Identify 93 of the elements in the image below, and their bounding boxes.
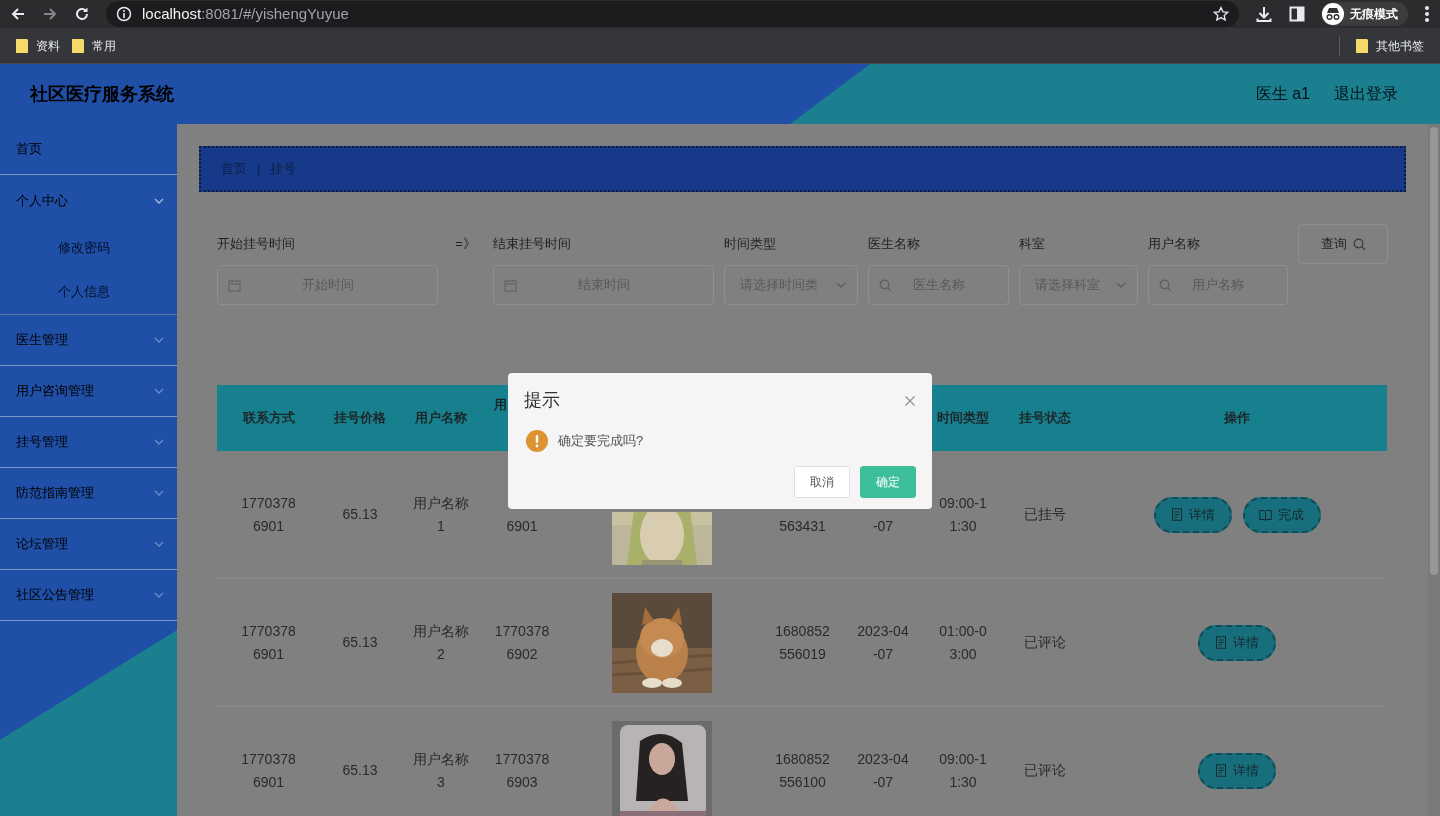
column-header: 挂号价格 — [334, 409, 386, 428]
column-header: 用户名称 — [415, 409, 467, 428]
back-icon[interactable] — [10, 6, 26, 22]
filter-label: 结束挂号时间 — [493, 236, 572, 252]
warning-icon — [526, 430, 548, 452]
filter-label: 用户名称 — [1148, 236, 1201, 252]
address-bar[interactable]: localhost:8081/#/yishengYuyue — [106, 1, 1239, 27]
sidebar-item[interactable]: 医生管理 — [0, 315, 177, 366]
sidebar-item[interactable]: 个人中心 — [0, 175, 177, 226]
table-cell-text: 2023-04-07 — [856, 621, 910, 664]
document-icon — [1215, 764, 1227, 777]
breadcrumb-separator: | — [257, 160, 261, 179]
dialog-message: 确定要完成吗? — [558, 432, 644, 451]
breadcrumb-link[interactable]: 首页 — [221, 159, 247, 179]
book-icon — [1259, 508, 1272, 521]
sidebar-item[interactable]: 用户咨询管理 — [0, 366, 177, 417]
search-icon — [1159, 278, 1172, 292]
details-button[interactable]: 详情 — [1153, 496, 1232, 533]
table-cell-text: 用户名称1 — [412, 493, 470, 536]
table-cell-text: 09:00-11:30 — [938, 493, 988, 536]
table-cell-text: 563431 — [778, 516, 827, 536]
calendar-icon — [504, 278, 517, 292]
sidebar-item[interactable]: 首页 — [0, 124, 177, 175]
download-icon[interactable] — [1255, 5, 1273, 23]
star-icon[interactable] — [1213, 6, 1229, 22]
column-header: 操作 — [1224, 409, 1250, 428]
folder-icon — [72, 38, 84, 53]
table-cell-text: 17703786901 — [241, 493, 296, 536]
forward-icon[interactable] — [42, 6, 58, 22]
user-name: 医生 a1 — [1255, 84, 1310, 104]
table-cell-text: 17703786903 — [494, 749, 550, 792]
address-text: localhost:8081/#/yishengYuyue — [142, 3, 349, 24]
info-icon[interactable] — [116, 6, 132, 22]
side-panel-icon[interactable] — [1289, 6, 1305, 22]
sidebar-item[interactable]: 论坛管理 — [0, 519, 177, 570]
table-cell-text: 用户名称3 — [412, 749, 470, 792]
table-cell-text: 01:00-03:00 — [938, 621, 988, 664]
scrollbar-thumb[interactable] — [1430, 127, 1438, 575]
sidebar-subitem[interactable]: 个人信息 — [0, 270, 177, 314]
filter-label: 开始挂号时间 — [217, 236, 296, 252]
filter-label: 医生名称 — [868, 236, 921, 252]
sidebar-item[interactable]: 防范指南管理 — [0, 468, 177, 519]
table-cell-text: 17703786901 — [241, 749, 296, 792]
table-cell-text: 用户名称2 — [412, 621, 470, 664]
table-cell-text: 6901 — [505, 516, 539, 536]
cancel-button[interactable]: 取消 — [794, 466, 850, 498]
breadcrumb-link[interactable]: 挂号 — [270, 159, 297, 179]
table-cell-text: 17703786901 — [241, 621, 296, 664]
table-cell-text: 已挂号 — [1024, 505, 1066, 524]
bookmark[interactable]: 其他书签 — [1350, 36, 1430, 55]
sidebar-item[interactable]: 挂号管理 — [0, 417, 177, 468]
complete-button[interactable]: 完成 — [1242, 496, 1321, 533]
confirm-button[interactable]: 确定 — [860, 466, 916, 498]
table-cell-text: 1680852556100 — [775, 749, 830, 792]
column-header: 用 — [494, 396, 507, 415]
table-cell-text: 65.13 — [342, 505, 378, 524]
table-cell-text: 65.13 — [342, 761, 378, 780]
profile-button[interactable]: 无痕模式 — [1321, 2, 1408, 26]
details-button[interactable]: 详情 — [1198, 624, 1276, 661]
bookmark[interactable]: 资料 — [10, 36, 66, 55]
table-cell-text: 已评论 — [1024, 761, 1066, 780]
close-icon[interactable] — [904, 394, 916, 407]
app-title: 社区医疗服务系统 — [30, 82, 174, 106]
filter-label: 时间类型 — [724, 236, 777, 252]
dialog-title: 提示 — [524, 389, 560, 412]
query-button[interactable]: 查询 — [1298, 224, 1388, 264]
search-icon — [879, 278, 892, 292]
sidebar-subitem[interactable]: 修改密码 — [0, 226, 177, 270]
document-icon — [1215, 636, 1227, 649]
folder-icon — [1356, 38, 1368, 53]
table-cell-text: 09:00-11:30 — [938, 749, 988, 792]
range-separator: =》 — [454, 236, 477, 252]
menu-icon[interactable] — [1424, 5, 1430, 23]
table-cell-text: -07 — [871, 516, 895, 536]
details-button[interactable]: 详情 — [1198, 752, 1276, 789]
folder-icon — [16, 38, 28, 53]
filter-label: 科室 — [1019, 236, 1046, 252]
table-cell-text: 17703786902 — [494, 621, 550, 664]
table-cell-text: 65.13 — [342, 633, 378, 652]
sidebar-item[interactable]: 社区公告管理 — [0, 570, 177, 621]
table-cell-text: 1680852556019 — [775, 621, 830, 664]
logout-link[interactable]: 退出登录 — [1334, 82, 1398, 106]
incognito-icon — [1322, 3, 1344, 25]
table-cell-text: 2023-04-07 — [856, 749, 910, 792]
column-header: 挂号状态 — [1019, 409, 1071, 428]
document-icon — [1170, 508, 1183, 521]
calendar-icon — [228, 278, 241, 292]
table-cell-text: 已评论 — [1024, 633, 1066, 652]
column-header: 时间类型 — [937, 409, 989, 428]
search-icon — [1352, 237, 1366, 251]
reload-icon[interactable] — [74, 6, 90, 22]
column-header: 联系方式 — [242, 409, 295, 428]
bookmark[interactable]: 常用 — [66, 36, 122, 55]
